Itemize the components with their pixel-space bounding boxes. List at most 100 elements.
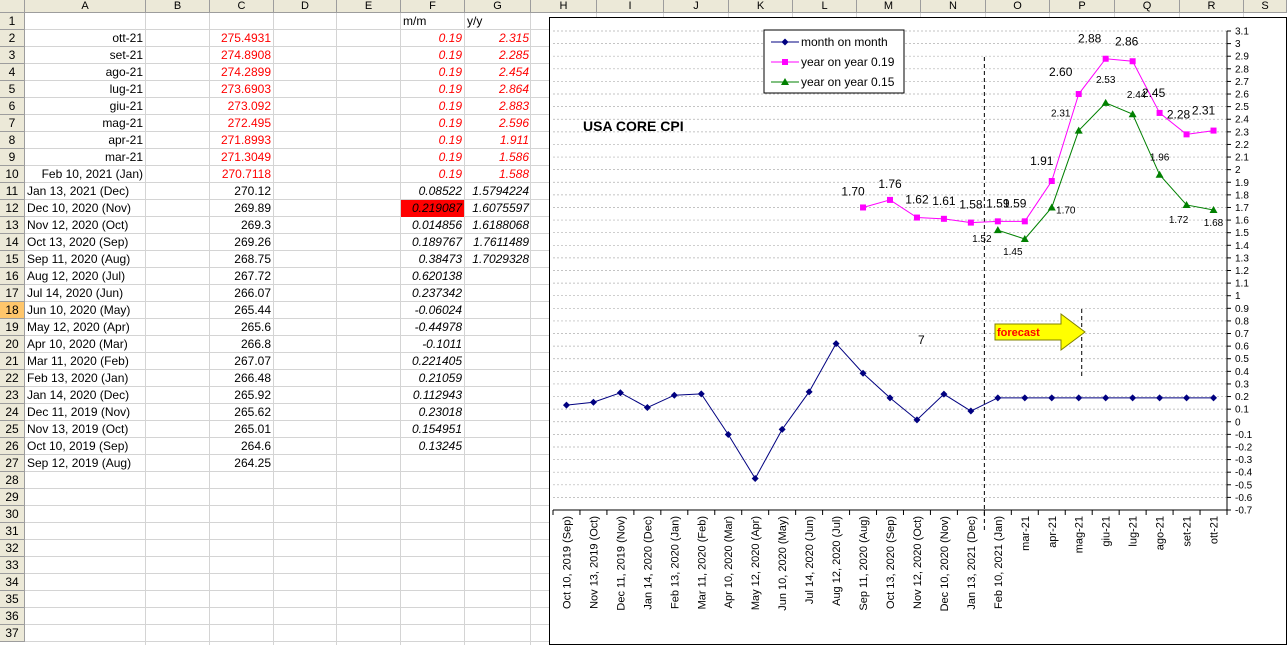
cell-mm[interactable]: 0.189767 (401, 234, 464, 251)
select-all-corner[interactable] (0, 0, 25, 13)
cell-date[interactable]: Sep 12, 2019 (Aug) (25, 455, 210, 472)
cell-index[interactable]: 268.75 (210, 251, 273, 268)
cell-date[interactable]: set-21 (25, 47, 145, 64)
cell-date[interactable]: Mar 11, 2020 (Feb) (25, 353, 210, 370)
cell-mm[interactable]: 0.19 (401, 115, 464, 132)
column-header-B[interactable]: B (146, 0, 210, 13)
row-header-6[interactable]: 6 (0, 98, 25, 115)
row-header-32[interactable]: 32 (0, 540, 25, 557)
cell-mm[interactable]: 0.154951 (401, 421, 464, 438)
row-header-7[interactable]: 7 (0, 115, 25, 132)
row-header-9[interactable]: 9 (0, 149, 25, 166)
row-header-30[interactable]: 30 (0, 506, 25, 523)
cell-mm[interactable]: 0.19 (401, 132, 464, 149)
cell-mm[interactable]: 0.219087 (401, 200, 464, 217)
column-header-M[interactable]: M (857, 0, 921, 13)
cell-yy[interactable]: 2.454 (465, 64, 531, 81)
cell-index[interactable]: 266.8 (210, 336, 273, 353)
cell-index[interactable]: 269.26 (210, 234, 273, 251)
row-header-16[interactable]: 16 (0, 268, 25, 285)
row-header-17[interactable]: 17 (0, 285, 25, 302)
row-header-8[interactable]: 8 (0, 132, 25, 149)
row-header-1[interactable]: 1 (0, 13, 25, 30)
row-header-13[interactable]: 13 (0, 217, 25, 234)
row-header-28[interactable]: 28 (0, 472, 25, 489)
cell-index[interactable]: 264.6 (210, 438, 273, 455)
cell-yy[interactable]: 1.7611489 (465, 234, 531, 251)
row-header-33[interactable]: 33 (0, 557, 25, 574)
row-header-10[interactable]: 10 (0, 166, 25, 183)
column-header-D[interactable]: D (274, 0, 337, 13)
column-header-P[interactable]: P (1050, 0, 1115, 13)
column-header-H[interactable]: H (531, 0, 597, 13)
row-header-24[interactable]: 24 (0, 404, 25, 421)
cell-mm[interactable]: 0.08522 (401, 183, 464, 200)
cell-mm[interactable]: 0.19 (401, 149, 464, 166)
column-header-A[interactable]: A (25, 0, 146, 13)
cell-index[interactable]: 272.495 (210, 115, 273, 132)
cell-date[interactable]: Dec 10, 2020 (Nov) (25, 200, 210, 217)
cell-date[interactable]: mar-21 (25, 149, 145, 166)
cell-index[interactable]: 274.8908 (210, 47, 273, 64)
cell-yy[interactable]: 2.285 (465, 47, 531, 64)
cell-yy[interactable]: 1.588 (465, 166, 531, 183)
row-header-19[interactable]: 19 (0, 319, 25, 336)
cell-yy[interactable]: 2.596 (465, 115, 531, 132)
cell-index[interactable]: 275.4931 (210, 30, 273, 47)
cell-mm[interactable]: 0.19 (401, 30, 464, 47)
column-header-C[interactable]: C (210, 0, 274, 13)
cell-date[interactable]: May 12, 2020 (Apr) (25, 319, 210, 336)
cell-index[interactable]: 271.8993 (210, 132, 273, 149)
cell-mm[interactable]: 0.19 (401, 98, 464, 115)
cell-date[interactable]: Jan 13, 2021 (Dec) (25, 183, 210, 200)
row-header-35[interactable]: 35 (0, 591, 25, 608)
cell-date[interactable]: Oct 10, 2019 (Sep) (25, 438, 210, 455)
cell-index[interactable]: 270.12 (210, 183, 273, 200)
row-header-3[interactable]: 3 (0, 47, 25, 64)
column-header-R[interactable]: R (1180, 0, 1244, 13)
cell-date[interactable]: Oct 13, 2020 (Sep) (25, 234, 210, 251)
column-header-G[interactable]: G (465, 0, 531, 13)
cell-index[interactable]: 274.2899 (210, 64, 273, 81)
cell-date[interactable]: apr-21 (25, 132, 145, 149)
cell-yy[interactable]: 1.586 (465, 149, 531, 166)
cell-mm[interactable]: -0.06024 (401, 302, 464, 319)
cell-index[interactable]: 265.62 (210, 404, 273, 421)
row-header-4[interactable]: 4 (0, 64, 25, 81)
cell-mm[interactable]: 0.112943 (401, 387, 464, 404)
cell-date[interactable]: ago-21 (25, 64, 145, 81)
cell-mm[interactable]: -0.1011 (401, 336, 464, 353)
row-header-22[interactable]: 22 (0, 370, 25, 387)
column-header-E[interactable]: E (337, 0, 401, 13)
row-header-25[interactable]: 25 (0, 421, 25, 438)
cell-mm[interactable]: 0.38473 (401, 251, 464, 268)
cell-index[interactable]: 266.07 (210, 285, 273, 302)
cell-mm[interactable]: -0.44978 (401, 319, 464, 336)
row-header-36[interactable]: 36 (0, 608, 25, 625)
cell-date[interactable]: Jun 10, 2020 (May) (25, 302, 210, 319)
cell-date[interactable]: Jul 14, 2020 (Jun) (25, 285, 210, 302)
row-header-26[interactable]: 26 (0, 438, 25, 455)
row-header-23[interactable]: 23 (0, 387, 25, 404)
cell-yy[interactable]: 1.6188068 (465, 217, 531, 234)
cell-index[interactable]: 267.07 (210, 353, 273, 370)
cell-mm[interactable]: 0.19 (401, 64, 464, 81)
cell-mm[interactable]: 0.014856 (401, 217, 464, 234)
cell-mm[interactable]: 0.237342 (401, 285, 464, 302)
cell-mm[interactable]: 0.23018 (401, 404, 464, 421)
column-header-I[interactable]: I (597, 0, 664, 13)
row-header-15[interactable]: 15 (0, 251, 25, 268)
spreadsheet[interactable]: ABCDEFGHIJKLMNOPQRS 1 2 3 4 5 6 7 8 9 10 11 12 13 14 1… (0, 0, 1287, 645)
cell-index[interactable]: 269.89 (210, 200, 273, 217)
cell-mm[interactable]: 0.19 (401, 81, 464, 98)
cpi-chart[interactable]: 3.13 2.92.8 2.7 2.62.5 2.42.3 2.2 2.12 1.91.8 1.… (549, 17, 1287, 645)
column-header-K[interactable]: K (729, 0, 793, 13)
cell-mm[interactable]: 0.620138 (401, 268, 464, 285)
row-header-2[interactable]: 2 (0, 30, 25, 47)
cell-date[interactable]: Jan 14, 2020 (Dec) (25, 387, 210, 404)
column-header-J[interactable]: J (664, 0, 729, 13)
row-header-11[interactable]: 11 (0, 183, 25, 200)
cell-index[interactable]: 269.3 (210, 217, 273, 234)
cell-index[interactable]: 265.44 (210, 302, 273, 319)
cell-index[interactable]: 265.92 (210, 387, 273, 404)
